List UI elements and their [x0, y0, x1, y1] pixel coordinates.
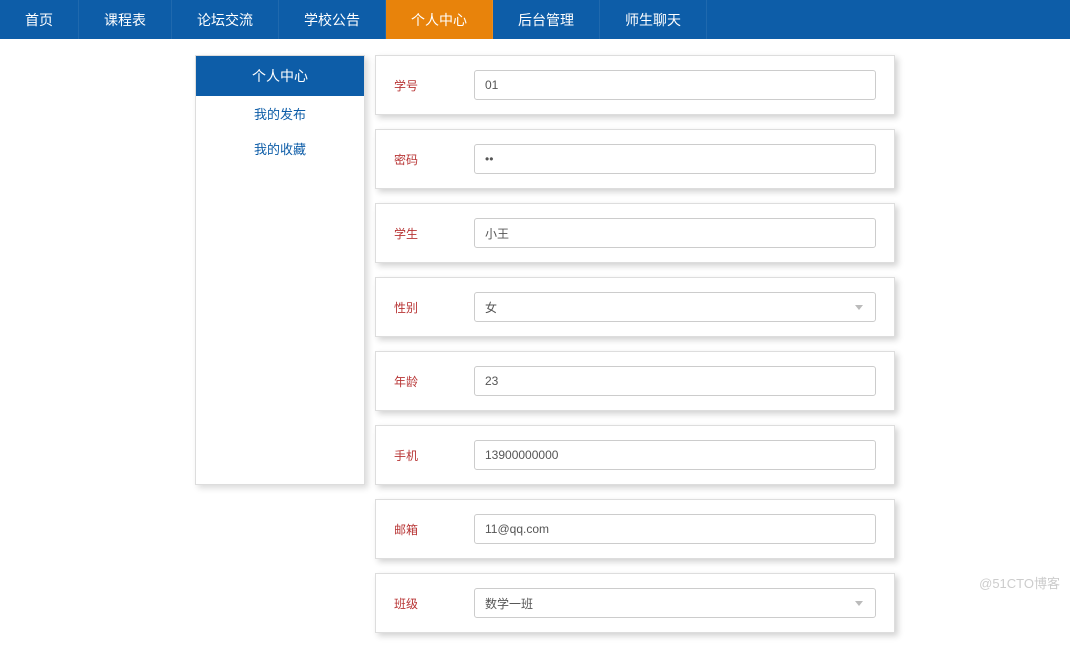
input-phone[interactable]	[474, 440, 876, 470]
nav-admin[interactable]: 后台管理	[493, 0, 600, 39]
nav-schedule[interactable]: 课程表	[79, 0, 172, 39]
field-card-class: 班级 数学一班	[375, 573, 895, 633]
select-class[interactable]: 数学一班	[474, 588, 876, 618]
nav-forum[interactable]: 论坛交流	[172, 0, 279, 39]
label-class: 班级	[394, 595, 474, 612]
input-password[interactable]	[474, 144, 876, 174]
label-email: 邮箱	[394, 521, 474, 538]
label-age: 年龄	[394, 373, 474, 390]
label-phone: 手机	[394, 447, 474, 464]
label-student-id: 学号	[394, 77, 474, 94]
top-navigation: 首页 课程表 论坛交流 学校公告 个人中心 后台管理 师生聊天	[0, 0, 1070, 40]
main-container: 个人中心 我的发布 我的收藏 学号 密码 学生 性别	[0, 40, 1070, 647]
field-card-age: 年龄	[375, 351, 895, 411]
field-card-gender: 性别 女	[375, 277, 895, 337]
select-gender[interactable]: 女	[474, 292, 876, 322]
chevron-down-icon	[855, 305, 863, 310]
watermark: @51CTO博客	[979, 573, 1060, 592]
nav-chat[interactable]: 师生聊天	[600, 0, 707, 39]
field-card-phone: 手机	[375, 425, 895, 485]
sidebar: 个人中心 我的发布 我的收藏	[195, 55, 365, 485]
input-age[interactable]	[474, 366, 876, 396]
input-student-id[interactable]	[474, 70, 876, 100]
select-gender-value: 女	[485, 299, 497, 316]
field-card-password: 密码	[375, 129, 895, 189]
label-gender: 性别	[394, 299, 474, 316]
sidebar-title: 个人中心	[196, 56, 364, 96]
field-card-student-name: 学生	[375, 203, 895, 263]
sidebar-item-posts[interactable]: 我的发布	[196, 96, 364, 131]
sidebar-item-favorites[interactable]: 我的收藏	[196, 131, 364, 166]
field-card-student-id: 学号	[375, 55, 895, 115]
select-class-value: 数学一班	[485, 595, 533, 612]
input-email[interactable]	[474, 514, 876, 544]
input-student-name[interactable]	[474, 218, 876, 248]
nav-announce[interactable]: 学校公告	[279, 0, 386, 39]
nav-personal[interactable]: 个人中心	[386, 0, 493, 39]
form-content: 学号 密码 学生 性别 女	[365, 55, 1070, 647]
field-card-email: 邮箱	[375, 499, 895, 559]
label-password: 密码	[394, 151, 474, 168]
chevron-down-icon	[855, 601, 863, 606]
label-student-name: 学生	[394, 225, 474, 242]
nav-home[interactable]: 首页	[0, 0, 79, 39]
